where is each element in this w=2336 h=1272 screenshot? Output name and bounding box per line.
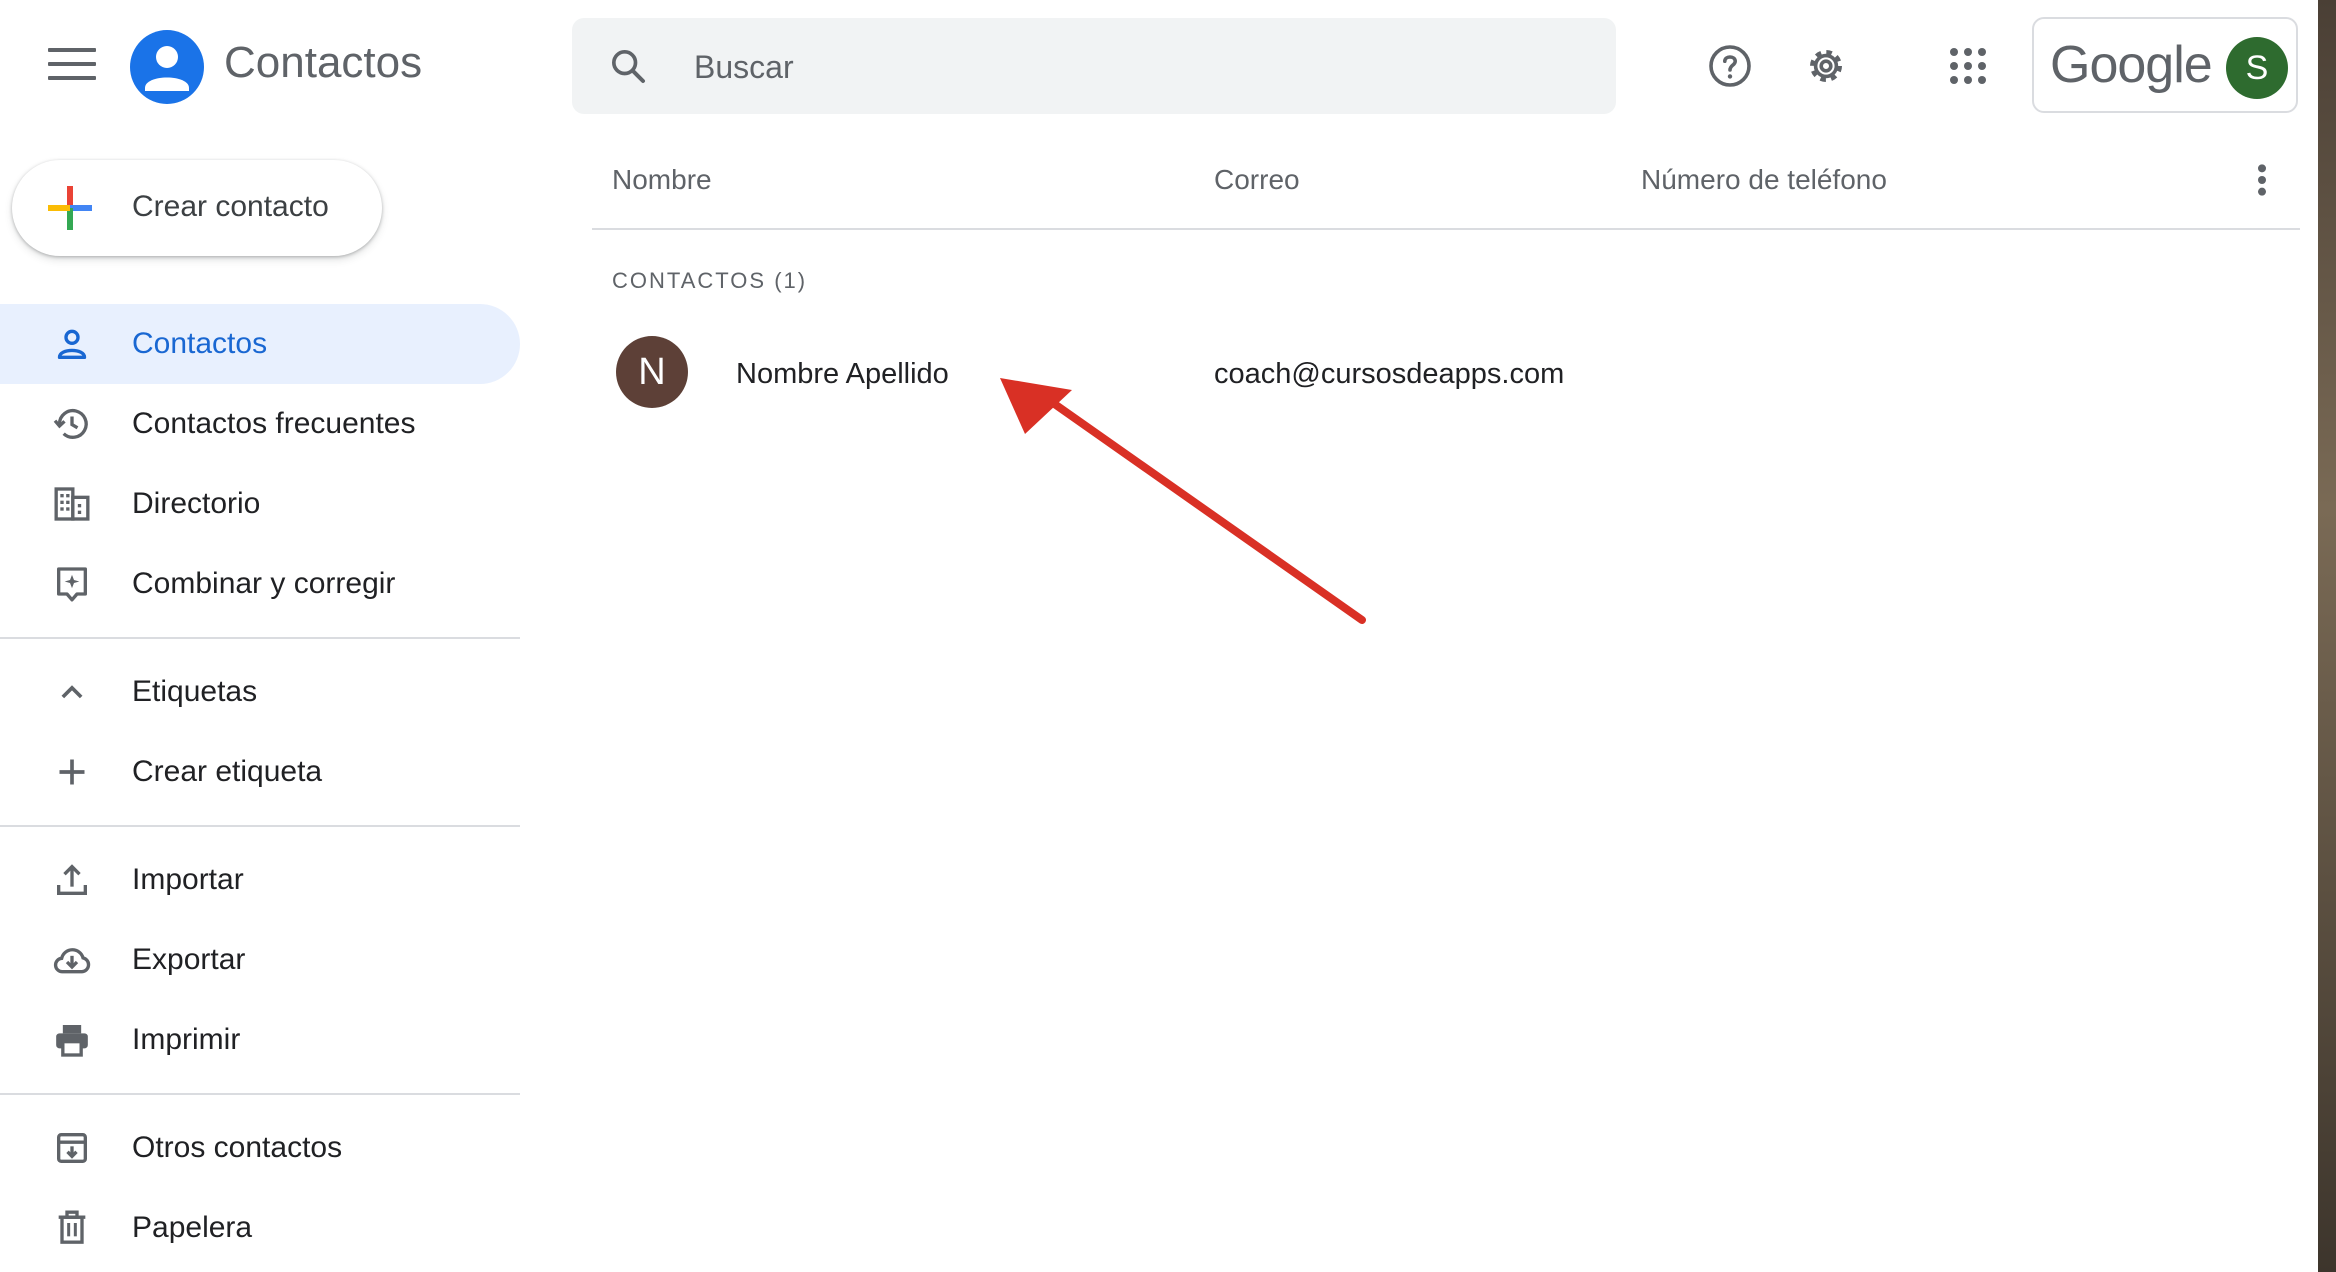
search-bar[interactable] — [572, 18, 1616, 114]
plus-icon — [59, 759, 85, 785]
sidebar-item-imprimir[interactable]: Imprimir — [0, 1000, 520, 1080]
contact-email: coach@cursosdeapps.com — [1214, 358, 1565, 390]
window-edge — [2318, 0, 2336, 1272]
help-icon[interactable] — [1706, 42, 1754, 90]
sidebar-item-combinar-y-corregir[interactable]: Combinar y corregir — [0, 544, 520, 624]
contact-row[interactable]: N Nombre Apellido coach@cursosdeapps.com — [592, 326, 2300, 422]
column-header-name[interactable]: Nombre — [612, 164, 712, 196]
sidebar-divider — [0, 825, 520, 827]
sidebar-item-label: Directorio — [132, 487, 261, 520]
section-label: CONTACTOS (1) — [612, 268, 808, 293]
user-avatar[interactable]: S — [2226, 37, 2288, 99]
chevron-up-icon — [61, 685, 83, 699]
sidebar-item-importar[interactable]: Importar — [0, 840, 520, 920]
trash-icon — [58, 1210, 86, 1244]
merge-fix-icon — [57, 567, 88, 602]
person-icon — [57, 329, 87, 359]
sidebar-item-etiquetas[interactable]: Etiquetas — [0, 652, 520, 732]
header-divider — [592, 228, 2300, 230]
google-wordmark: Google — [2050, 36, 2213, 94]
main-menu-icon[interactable] — [48, 48, 96, 84]
more-vert-icon[interactable] — [2250, 160, 2274, 200]
sidebar-item-label: Otros contactos — [132, 1131, 343, 1164]
archive-icon — [57, 1133, 87, 1163]
sidebar-item-label: Contactos frecuentes — [132, 407, 416, 440]
domain-icon — [54, 487, 90, 521]
colorful-plus-icon — [48, 186, 92, 230]
sidebar-item-label: Imprimir — [132, 1023, 241, 1056]
create-contact-label: Crear contacto — [132, 190, 329, 223]
top-bar: Contactos Google S — [0, 0, 2336, 132]
sidebar-divider — [0, 637, 520, 639]
contact-avatar: N — [616, 336, 688, 408]
history-icon — [53, 408, 88, 439]
app-title: Contactos — [224, 38, 423, 87]
sidebar-item-contactos[interactable]: Contactos — [0, 304, 520, 384]
sidebar-item-label: Papelera — [132, 1211, 253, 1244]
sidebar-item-directorio[interactable]: Directorio — [0, 464, 520, 544]
sidebar-item-label: Etiquetas — [132, 675, 258, 708]
sidebar-item-label: Importar — [132, 863, 244, 896]
column-header-email[interactable]: Correo — [1214, 164, 1300, 196]
google-account-button[interactable]: Google S — [2032, 17, 2298, 113]
sidebar-item-otros-contactos[interactable]: Otros contactos — [0, 1108, 520, 1188]
apps-grid-icon[interactable] — [1944, 42, 1992, 90]
contact-name: Nombre Apellido — [736, 358, 949, 390]
create-contact-button[interactable]: Crear contacto — [12, 160, 382, 256]
sidebar-item-label: Exportar — [132, 943, 246, 976]
sidebar-item-label: Combinar y corregir — [132, 567, 396, 600]
cloud-download-icon — [53, 948, 91, 974]
search-icon[interactable] — [608, 46, 648, 86]
sidebar-item-crear-etiqueta[interactable]: Crear etiqueta — [0, 732, 520, 812]
sidebar-item-exportar[interactable]: Exportar — [0, 920, 520, 1000]
sidebar-item-label: Contactos — [132, 327, 268, 360]
settings-gear-icon[interactable] — [1802, 42, 1850, 90]
sidebar-item-contactos-frecuentes[interactable]: Contactos frecuentes — [0, 384, 520, 464]
column-header-phone[interactable]: Número de teléfono — [1641, 164, 1887, 196]
sidebar-item-label: Crear etiqueta — [132, 755, 323, 788]
upload-icon — [57, 864, 87, 895]
sidebar-item-papelera[interactable]: Papelera — [0, 1188, 520, 1268]
sidebar-divider — [0, 1093, 520, 1095]
search-input[interactable] — [692, 40, 1576, 94]
printer-icon — [56, 1025, 88, 1057]
contacts-logo-icon — [130, 30, 204, 104]
